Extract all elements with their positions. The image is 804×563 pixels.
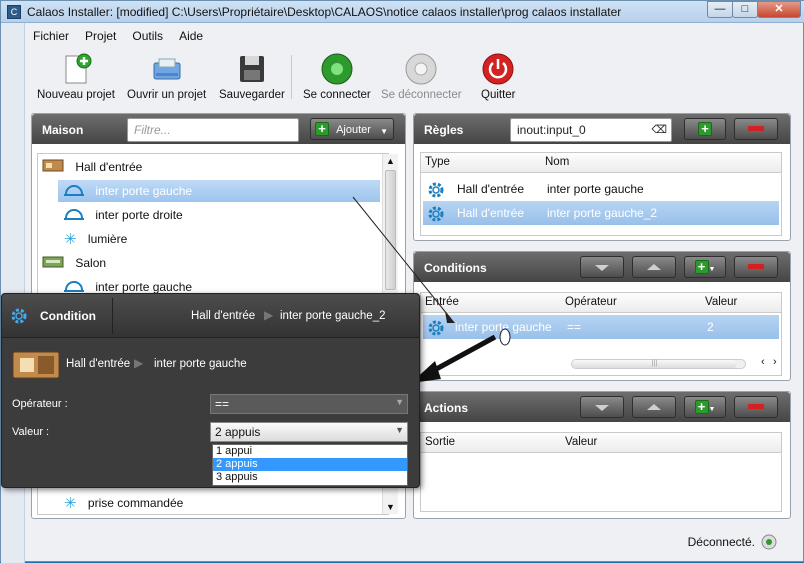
operator-select[interactable]: == ▼	[210, 394, 408, 414]
value-select[interactable]: 2 appuis ▼	[210, 422, 408, 442]
source-separator-icon: ▶	[134, 356, 144, 370]
source-item: inter porte gauche	[154, 358, 247, 370]
value-option[interactable]: 1 appui	[213, 445, 407, 458]
breadcrumb-room[interactable]: Hall d'entrée	[191, 310, 255, 322]
source-room: Hall d'entrée	[66, 358, 131, 370]
header-divider	[112, 298, 113, 334]
mouse-cursor-icon	[499, 328, 511, 346]
breadcrumb-item[interactable]: inter porte gauche_2	[280, 310, 386, 322]
chevron-down-icon[interactable]: ▼	[395, 425, 404, 435]
gear-icon	[10, 307, 28, 328]
breadcrumb-separator-icon: ▶	[264, 308, 274, 322]
condition-dialog: Condition Hall d'entrée ▶ inter porte ga…	[1, 293, 420, 488]
condition-dialog-title: Condition	[40, 309, 96, 323]
room-photo-icon	[12, 350, 60, 383]
value-selected: 2 appuis	[215, 425, 261, 439]
value-dropdown-list: 1 appui 2 appuis 3 appuis	[212, 444, 408, 486]
operator-value: ==	[215, 397, 230, 411]
value-option-selected[interactable]: 2 appuis	[213, 458, 407, 471]
chevron-down-icon[interactable]: ▼	[395, 397, 404, 407]
value-label: Valeur :	[12, 426, 50, 438]
value-option[interactable]: 3 appuis	[213, 471, 407, 484]
main-window: C Calaos Installer: [modified] C:\Users\…	[0, 0, 804, 563]
condition-dialog-header: Condition Hall d'entrée ▶ inter porte ga…	[2, 294, 419, 338]
bold-arrow	[427, 334, 497, 376]
operator-label: Opérateur :	[12, 398, 68, 410]
